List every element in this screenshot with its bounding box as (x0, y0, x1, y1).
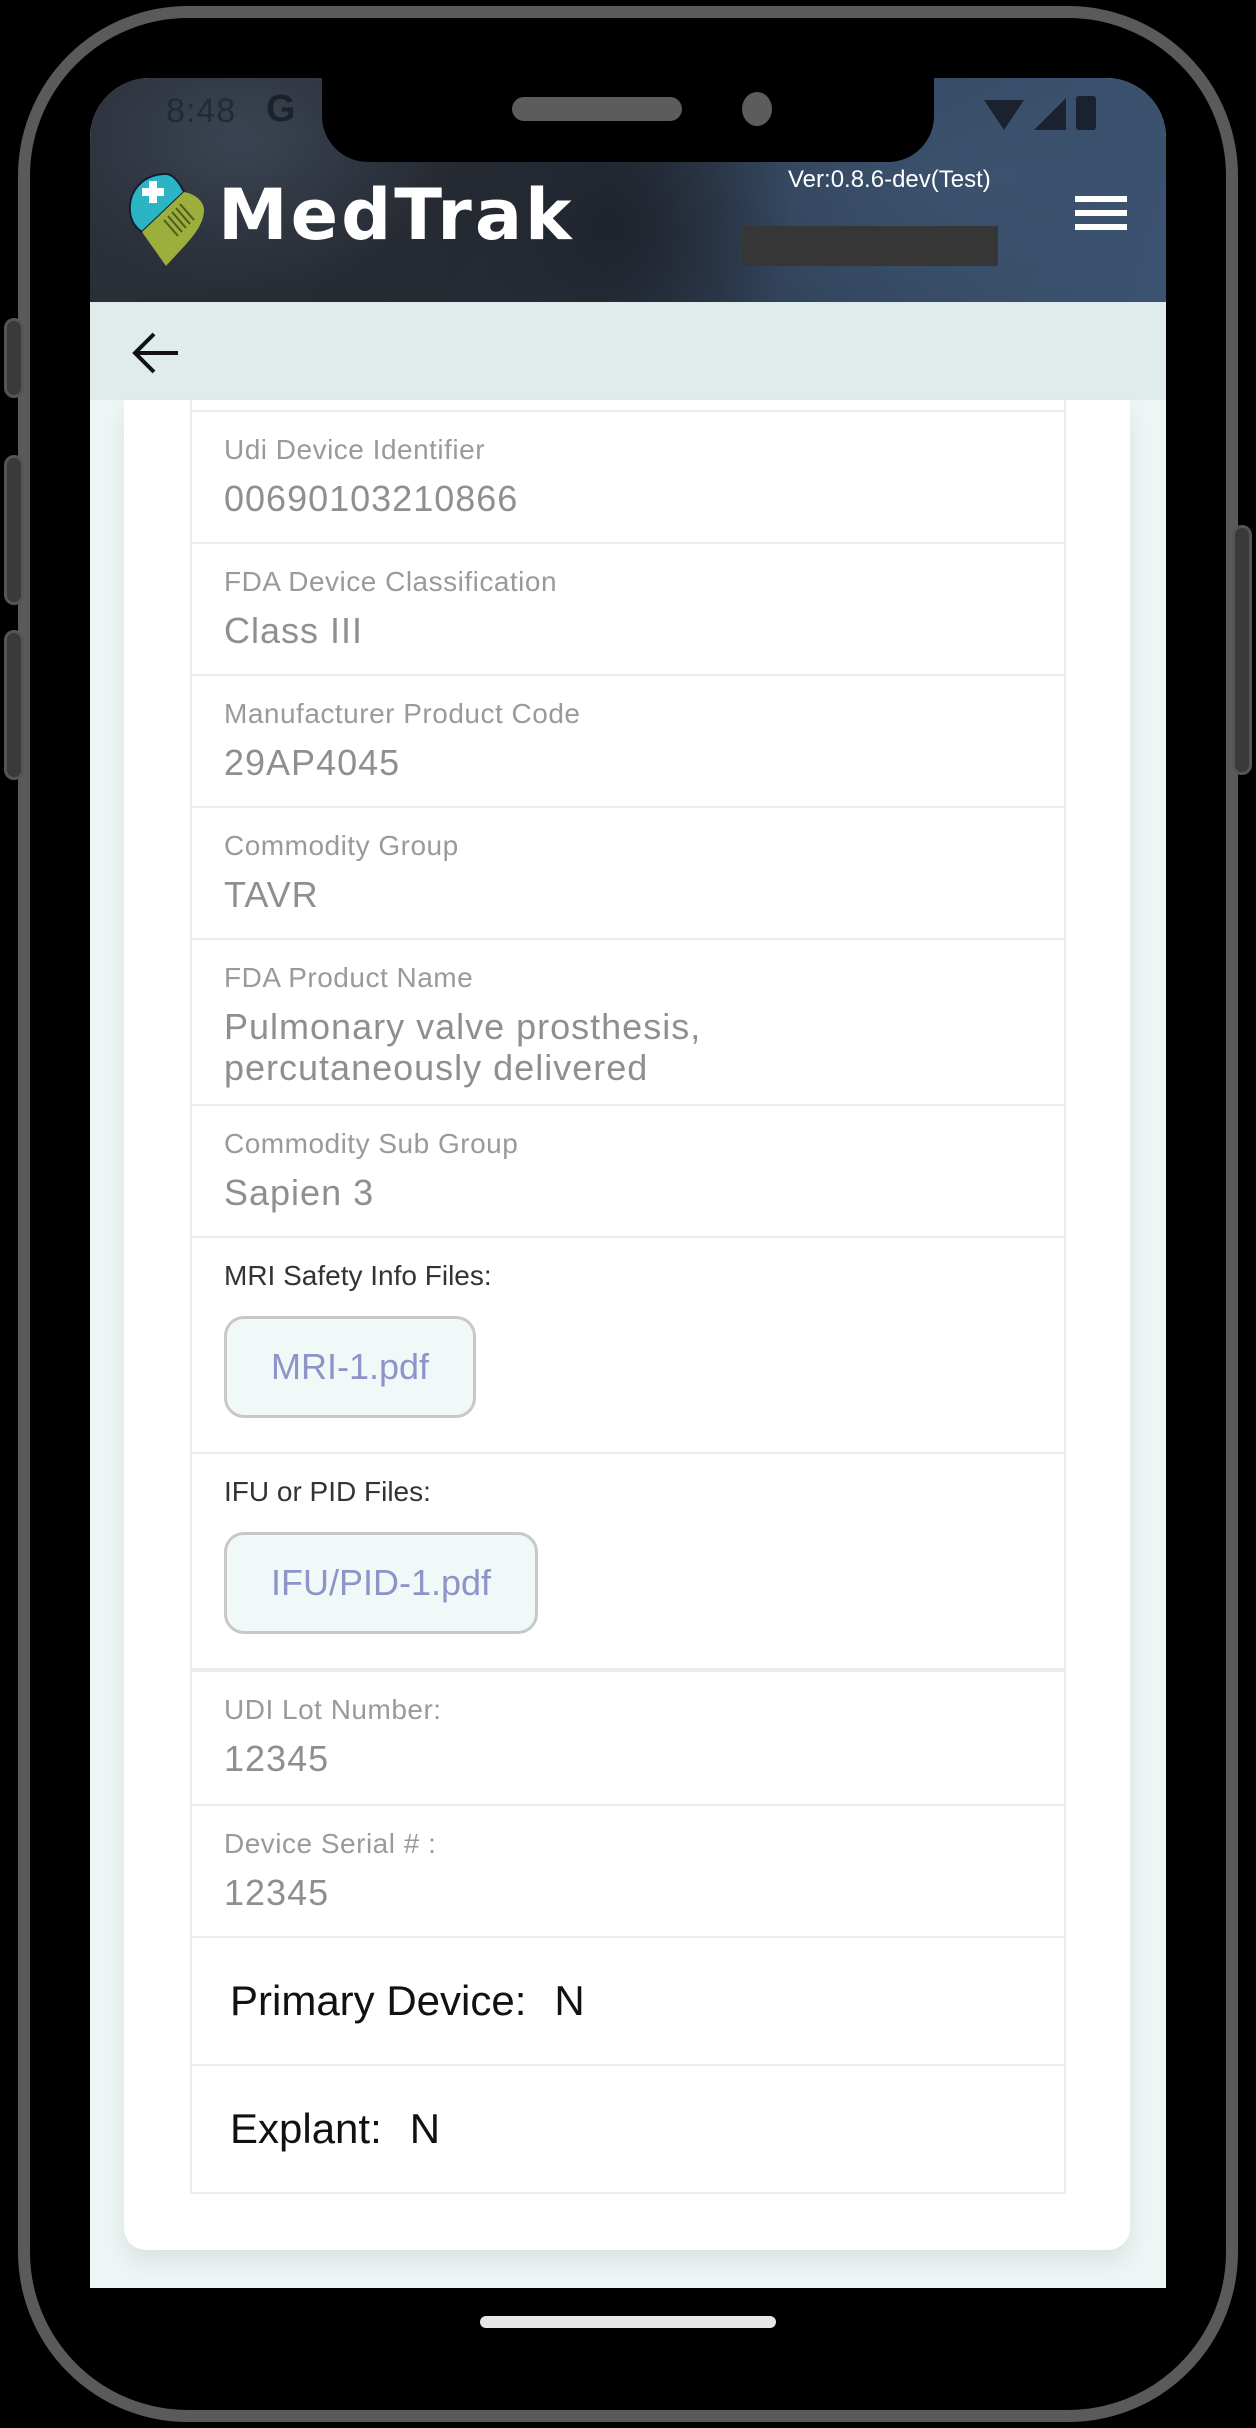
navigation-bar (90, 302, 1166, 400)
hamburger-menu-icon[interactable] (1075, 196, 1127, 236)
signal-icon (1034, 98, 1066, 130)
phone-power-button (1232, 525, 1252, 775)
medtrak-logo-icon (128, 172, 204, 266)
phone-volume-up (4, 455, 24, 605)
ifu-pid-file-link[interactable]: IFU/PID-1.pdf (224, 1532, 539, 1634)
field-commodity-sub-group: Commodity Sub Group Sapien 3 (192, 1104, 1064, 1236)
app-header: 8:48 G MedTrak Ver:0.8.6-dev(Test) (90, 78, 1166, 302)
field-value: Pulmonary valve prosthesis, percutaneous… (224, 1006, 702, 1088)
field-value: 12345 (224, 1872, 330, 1913)
front-camera (742, 92, 772, 126)
file-section-label: IFU or PID Files: (224, 1476, 431, 1507)
field-label: UDI Lot Number: (224, 1694, 442, 1725)
phone-screen: 8:48 G MedTrak Ver:0.8.6-dev(Test) Udi D… (90, 78, 1166, 2288)
field-explant: Explant: N (192, 2064, 1064, 2192)
field-ifu-pid-files: IFU or PID Files: IFU/PID-1.pdf (192, 1452, 1064, 1668)
list-top-spacer (192, 400, 1064, 410)
home-indicator[interactable] (480, 2316, 776, 2328)
field-udi-device-identifier: Udi Device Identifier 00690103210866 (192, 410, 1064, 542)
google-icon: G (266, 88, 296, 130)
field-label: Udi Device Identifier (224, 434, 486, 465)
field-label: FDA Device Classification (224, 566, 558, 597)
field-value: Sapien 3 (224, 1172, 375, 1213)
version-label: Ver:0.8.6-dev(Test) (788, 166, 991, 193)
field-manufacturer-product-code: Manufacturer Product Code 29AP4045 (192, 674, 1064, 806)
field-label: FDA Product Name (224, 962, 474, 993)
battery-icon (1076, 96, 1096, 130)
field-device-serial: Device Serial # : 12345 (192, 1804, 1064, 1936)
flag-label: Primary Device: (230, 1977, 527, 2024)
mri-file-link[interactable]: MRI-1.pdf (224, 1316, 477, 1418)
redacted-user-info (742, 226, 998, 266)
field-value: TAVR (224, 874, 319, 915)
speaker-grille (512, 97, 682, 121)
app-name: MedTrak (218, 174, 575, 256)
status-time: 8:48 (166, 92, 237, 130)
field-fda-product-name: FDA Product Name Pulmonary valve prosthe… (192, 938, 1064, 1104)
field-value: 00690103210866 (224, 478, 519, 519)
phone-side-button (4, 318, 24, 398)
field-value: Class III (224, 610, 364, 651)
device-detail-card: Udi Device Identifier 00690103210866 FDA… (124, 400, 1130, 2250)
file-section-label: MRI Safety Info Files: (224, 1260, 492, 1291)
field-commodity-group: Commodity Group TAVR (192, 806, 1064, 938)
field-label: Commodity Group (224, 830, 459, 861)
field-fda-device-classification: FDA Device Classification Class III (192, 542, 1064, 674)
wifi-icon (984, 100, 1024, 130)
field-primary-device: Primary Device: N (192, 1936, 1064, 2064)
field-label: Device Serial # : (224, 1828, 437, 1859)
flag-label: Explant: (230, 2105, 382, 2152)
flag-value: N (409, 2105, 441, 2152)
field-value: 29AP4045 (224, 742, 401, 783)
field-label: Commodity Sub Group (224, 1128, 519, 1159)
field-label: Manufacturer Product Code (224, 698, 581, 729)
phone-volume-down (4, 630, 24, 780)
field-mri-safety-files: MRI Safety Info Files: MRI-1.pdf (192, 1236, 1064, 1452)
flag-value: N (554, 1977, 585, 2024)
field-udi-lot-number: UDI Lot Number: 12345 (192, 1672, 1064, 1804)
arrow-left-icon[interactable] (130, 330, 182, 376)
field-value: 12345 (224, 1738, 330, 1779)
phone-notch (322, 78, 934, 162)
device-fields-list: Udi Device Identifier 00690103210866 FDA… (190, 400, 1066, 2194)
status-icons (984, 96, 1096, 130)
